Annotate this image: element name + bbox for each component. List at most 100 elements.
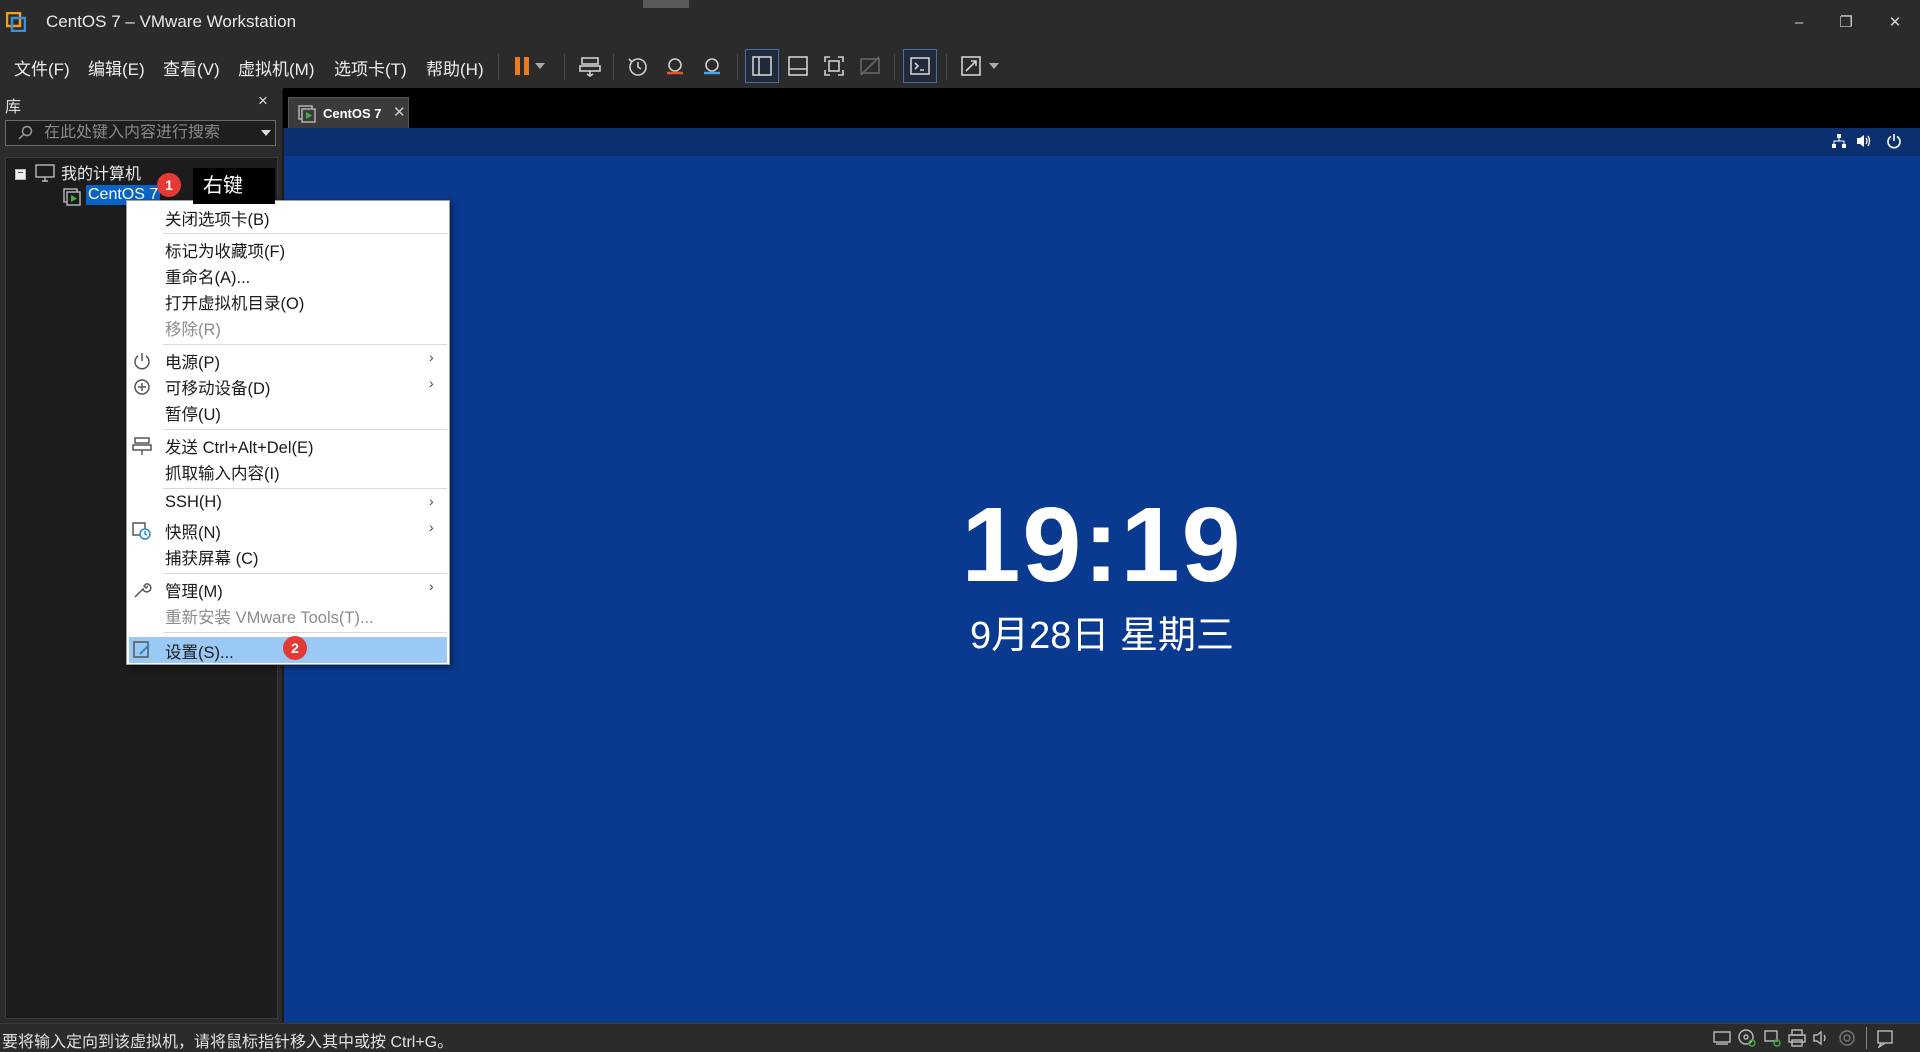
menu-item-pause[interactable]: 暂停(U) <box>165 401 221 425</box>
menu-tabs[interactable]: 选项卡(T) <box>334 55 407 80</box>
toolbar-separator <box>564 54 565 80</box>
library-close-button[interactable]: × <box>258 91 268 111</box>
menu-item-ssh[interactable]: SSH(H) <box>165 493 222 512</box>
tree-node-my-computer[interactable]: 我的计算机 <box>61 160 141 184</box>
guest-top-bar <box>284 128 1920 156</box>
status-message: 要将输入定向到该虚拟机，请将鼠标指针移入其中或按 Ctrl+G。 <box>2 1034 454 1051</box>
wrench-icon <box>134 583 152 598</box>
menu-separator <box>163 632 447 633</box>
submenu-arrow-icon: › <box>429 349 434 365</box>
toolbar-separator <box>498 54 499 80</box>
network-adapter-icon[interactable] <box>1762 1028 1782 1048</box>
vm-tab-strip: CentOS 7 ✕ <box>283 88 1920 128</box>
status-bar: 要将输入定向到该虚拟机，请将鼠标指针移入其中或按 Ctrl+G。 <box>0 1023 1920 1052</box>
vm-running-icon <box>298 105 316 123</box>
tree-collapse-toggle[interactable]: − <box>15 169 26 180</box>
menu-item-add-favorite[interactable]: 标记为收藏项(F) <box>165 238 285 262</box>
tab-centos7[interactable]: CentOS 7 ✕ <box>288 97 409 128</box>
window-title: CentOS 7 – VMware Workstation <box>46 12 297 31</box>
menu-view[interactable]: 查看(V) <box>163 55 220 80</box>
search-dropdown-icon[interactable] <box>261 130 271 136</box>
submenu-arrow-icon: › <box>429 578 434 594</box>
view-thumbnail-icon[interactable] <box>782 50 814 82</box>
menu-vm[interactable]: 虚拟机(M) <box>238 55 314 80</box>
lock-screen-date: 9月28日 星期三 <box>970 615 1234 657</box>
restore-button[interactable]: ❐ <box>1829 8 1863 36</box>
submenu-arrow-icon: › <box>429 375 434 391</box>
menu-separator <box>163 429 447 430</box>
toolbar-separator <box>946 54 947 80</box>
menu-separator <box>163 573 447 574</box>
pause-dropdown-icon[interactable] <box>530 50 550 82</box>
menu-item-close-tab[interactable]: 关闭选项卡(B) <box>165 206 270 230</box>
menu-item-rename[interactable]: 重命名(A)... <box>165 264 250 288</box>
computer-icon <box>35 164 55 182</box>
menu-item-settings[interactable]: 设置(S)... <box>165 639 234 663</box>
send-keys-icon <box>132 437 152 455</box>
toolbar-separator <box>613 54 614 80</box>
menu-item-snapshot[interactable]: 快照(N) <box>165 519 221 543</box>
library-title: 库 <box>5 99 22 116</box>
annotation-badge-2: 2 <box>283 636 307 660</box>
menu-separator <box>163 344 447 345</box>
menu-file[interactable]: 文件(F) <box>14 55 70 80</box>
full-screen-icon[interactable] <box>818 50 850 82</box>
vmware-logo-icon <box>6 12 26 32</box>
guest-power-icon[interactable] <box>1886 133 1902 149</box>
hard-disk-icon[interactable] <box>1712 1028 1732 1048</box>
search-input[interactable] <box>44 124 244 142</box>
menu-item-power[interactable]: 电源(P) <box>165 349 220 373</box>
view-library-icon[interactable] <box>745 49 779 83</box>
lock-screen-clock: 19:19 <box>961 486 1243 604</box>
printer-icon[interactable] <box>1787 1028 1807 1048</box>
search-icon <box>18 125 33 140</box>
usb-controller-icon[interactable] <box>1837 1028 1857 1048</box>
menu-item-remove: 移除(R) <box>165 321 221 339</box>
library-search-box[interactable] <box>5 120 276 146</box>
close-window-button[interactable]: ✕ <box>1878 8 1912 36</box>
send-ctrl-alt-del-icon[interactable] <box>574 50 606 82</box>
menu-item-removable-devices[interactable]: 可移动设备(D) <box>165 375 270 399</box>
submenu-arrow-icon: › <box>429 493 434 509</box>
tab-close-button[interactable]: ✕ <box>393 103 406 121</box>
menu-item-capture-screen[interactable]: 捕获屏幕 (C) <box>165 545 259 569</box>
toolbar-separator <box>737 54 738 80</box>
snapshot-icon[interactable] <box>622 50 654 82</box>
submenu-arrow-icon: › <box>429 519 434 535</box>
toolbar-separator <box>894 54 895 80</box>
title-bar: CentOS 7 – VMware Workstation – ❐ ✕ <box>0 0 1920 44</box>
menu-toolbar: 文件(F) 编辑(E) 查看(V) 虚拟机(M) 选项卡(T) 帮助(H) <box>0 44 1920 89</box>
unity-icon <box>854 50 886 82</box>
annotation-badge-1: 1 <box>157 173 181 197</box>
menu-help[interactable]: 帮助(H) <box>426 55 484 80</box>
annotation-callout: 右键 <box>193 168 275 204</box>
settings-icon <box>133 641 150 658</box>
menu-item-manage[interactable]: 管理(M) <box>165 578 223 602</box>
revert-snapshot-icon[interactable] <box>659 50 691 82</box>
vm-running-icon <box>63 188 81 206</box>
message-log-icon[interactable] <box>1875 1028 1895 1048</box>
console-icon[interactable] <box>903 49 937 83</box>
vm-console-screen[interactable]: 19:19 9月28日 星期三 <box>284 128 1920 1023</box>
removable-devices-icon <box>134 379 150 395</box>
menu-item-open-vm-directory[interactable]: 打开虚拟机目录(O) <box>165 290 304 314</box>
stretch-dropdown-icon[interactable] <box>984 50 1004 82</box>
network-icon[interactable] <box>1831 133 1847 149</box>
menu-separator <box>163 233 447 234</box>
stretch-icon[interactable] <box>955 50 987 82</box>
menu-edit[interactable]: 编辑(E) <box>88 55 145 80</box>
snapshot-icon <box>132 522 151 540</box>
statusbar-separator <box>1866 1027 1867 1049</box>
power-icon <box>134 353 150 370</box>
snapshot-manager-icon[interactable] <box>696 50 728 82</box>
context-menu: 关闭选项卡(B) 标记为收藏项(F) 重命名(A)... 打开虚拟机目录(O) … <box>126 200 450 665</box>
menu-item-reinstall-vmware-tools: 重新安装 VMware Tools(T)... <box>165 609 374 627</box>
sound-card-icon[interactable] <box>1812 1028 1832 1048</box>
menu-item-grab-input[interactable]: 抓取输入内容(I) <box>165 460 280 484</box>
title-bar-notch <box>643 0 689 8</box>
volume-icon[interactable] <box>1856 133 1872 149</box>
tab-label: CentOS 7 <box>323 106 382 121</box>
menu-item-send-ctrl-alt-del[interactable]: 发送 Ctrl+Alt+Del(E) <box>165 434 314 458</box>
minimize-button[interactable]: – <box>1782 8 1816 36</box>
cd-dvd-icon[interactable] <box>1737 1028 1757 1048</box>
